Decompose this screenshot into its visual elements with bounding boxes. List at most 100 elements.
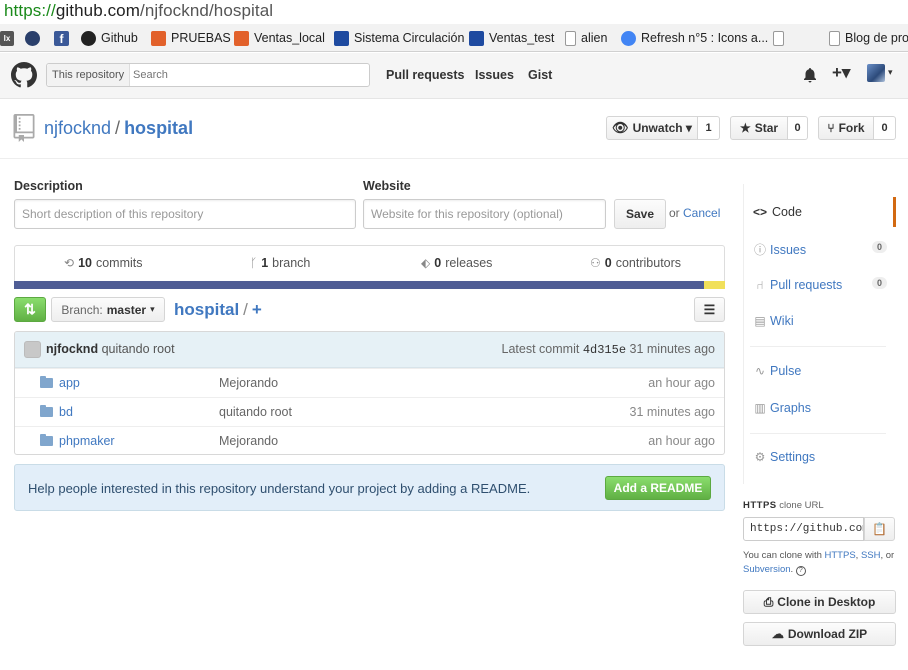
bookmark-refresh-icons[interactable]: Refresh n°5 : Icons a... (621, 29, 768, 47)
repo-owner-link[interactable]: njfocknd (44, 118, 111, 138)
new-file-button[interactable]: + (252, 300, 262, 319)
clone-url-field[interactable]: https://github.com/njfocknd/hospital.git (743, 517, 864, 541)
branch-icon: ᚴ (250, 256, 258, 270)
bookmark-github[interactable]: Github (81, 29, 138, 47)
file-row[interactable]: bd quitando root 31 minutes ago (15, 397, 724, 426)
commit-author-avatar[interactable] (24, 341, 41, 358)
releases-link[interactable]: ⬖ 0 releases (421, 256, 492, 270)
url-text[interactable]: https://github.com/njfocknd/hospital (4, 1, 273, 21)
file-table: njfocknd quitando root Latest commit 4d3… (14, 331, 725, 455)
avatar[interactable] (867, 64, 885, 82)
bookmark-page[interactable] (773, 29, 789, 47)
branches-link[interactable]: ᚴ 1 branch (250, 256, 310, 270)
download-zip-button[interactable]: ☁ Download ZIP (743, 622, 896, 646)
ix-icon: Ix (0, 30, 14, 46)
sidebar-item-code[interactable]: <> Code (744, 197, 896, 227)
bookmark-sistema-circulacion[interactable]: Sistema Circulación (334, 29, 464, 47)
bookmark-ventas-local[interactable]: Ventas_local (234, 29, 325, 47)
stargazers-count[interactable]: 0 (788, 116, 808, 140)
cancel-link[interactable]: Cancel (683, 206, 720, 220)
github-logo-icon[interactable] (11, 62, 37, 88)
file-row[interactable]: phpmaker Mejorando an hour ago (15, 426, 724, 454)
sidebar-divider (750, 346, 886, 347)
forks-count[interactable]: 0 (874, 116, 896, 140)
sidebar-item-graphs[interactable]: ▥ Graphs (753, 401, 811, 415)
github-header: This repository Pull requests Issues Gis… (0, 53, 908, 99)
star-icon: ★ (739, 121, 751, 135)
sidebar-item-pull-requests[interactable]: ⑁ Pull requests (753, 278, 842, 292)
site-search[interactable]: This repository (46, 63, 370, 87)
create-new-menu[interactable]: +▾ (832, 63, 850, 83)
commit-meta: Latest commit 4d315e 31 minutes ago (501, 342, 715, 357)
file-commit-message[interactable]: Mejorando (219, 376, 278, 390)
app-icon (334, 30, 349, 46)
sidebar-item-pulse[interactable]: ∿ Pulse (753, 364, 801, 378)
nav-gist[interactable]: Gist (528, 68, 552, 82)
bookmark-globe[interactable] (25, 29, 45, 47)
help-icon[interactable]: ? (795, 566, 806, 576)
contributors-link[interactable]: ⚇ 0 contributors (590, 256, 681, 270)
save-button[interactable]: Save (614, 199, 666, 229)
compare-icon: ⇅ (24, 301, 36, 317)
clone-in-desktop-button[interactable]: ⎙ Clone in Desktop (743, 590, 896, 614)
bookmark-blog[interactable]: Blog de pro (829, 29, 908, 47)
search-input[interactable] (131, 66, 361, 84)
file-name[interactable]: app (59, 376, 80, 390)
language-bar[interactable] (14, 281, 725, 289)
file-age: an hour ago (648, 376, 715, 390)
eye-icon: 👁 (612, 120, 629, 135)
bookmark-ix[interactable]: Ix (0, 29, 19, 47)
repo-name-link[interactable]: hospital (124, 118, 193, 138)
globe-icon (25, 30, 40, 46)
caret-down-icon: ▾ (150, 304, 155, 314)
file-row[interactable]: app Mejorando an hour ago (15, 368, 724, 397)
notifications-bell-icon[interactable] (803, 67, 817, 83)
nav-issues[interactable]: Issues (475, 68, 514, 82)
commit-message[interactable]: quitando root (102, 342, 175, 356)
file-name[interactable]: bd (59, 405, 73, 419)
file-commit-message[interactable]: Mejorando (219, 434, 278, 448)
file-age: an hour ago (648, 434, 715, 448)
file-name[interactable]: phpmaker (59, 434, 115, 448)
nav-pull-requests[interactable]: Pull requests (386, 68, 465, 82)
clone-https-link[interactable]: HTTPS (825, 550, 856, 561)
bookmark-pruebas[interactable]: PRUEBAS (151, 29, 231, 47)
pull-request-icon: ⑁ (756, 278, 764, 292)
clone-ssh-link[interactable]: SSH (861, 550, 881, 561)
branch-selector[interactable]: Branch: master ▾ (51, 297, 165, 322)
folder-icon (40, 405, 53, 417)
file-age: 31 minutes ago (629, 405, 715, 419)
bookmark-ventas-test[interactable]: Ventas_test (469, 29, 554, 47)
bookmark-facebook[interactable]: f (54, 29, 74, 47)
file-commit-message[interactable]: quitando root (219, 405, 292, 419)
description-label: Description (14, 179, 83, 193)
description-input[interactable] (14, 199, 356, 229)
breadcrumb-root[interactable]: hospital (174, 300, 239, 319)
repo-header: njfocknd / hospital 👁 Unwatch ▾ 1 ★ Star 0 ⑂… (0, 99, 908, 159)
commit-sha[interactable]: 4d315e (583, 343, 626, 357)
bookmark-alien[interactable]: alien (565, 29, 607, 47)
browser-address-bar[interactable]: https://github.com/njfocknd/hospital (0, 0, 908, 24)
fork-button[interactable]: ⑂ Fork (818, 116, 874, 140)
tag-icon: ⬖ (421, 256, 431, 270)
website-input[interactable] (363, 199, 606, 229)
readme-prompt-text: Help people interested in this repositor… (28, 481, 531, 496)
sidebar-item-wiki[interactable]: ▤ Wiki (753, 314, 793, 328)
unwatch-button[interactable]: 👁 Unwatch ▾ (606, 116, 698, 140)
commit-author[interactable]: njfocknd (46, 342, 98, 356)
watchers-count[interactable]: 1 (698, 116, 720, 140)
star-button[interactable]: ★ Star (730, 116, 788, 140)
desktop-download-icon: ⎙ (763, 594, 774, 609)
copy-clipboard-button[interactable]: 📋 (864, 517, 895, 541)
page-icon (773, 30, 784, 46)
commits-link[interactable]: ⟲ 10 commits (64, 256, 143, 270)
xampp-icon (151, 30, 166, 46)
avatar-dropdown-icon[interactable]: ▾ (888, 67, 893, 78)
clone-subversion-link[interactable]: Subversion (743, 564, 791, 575)
sidebar-item-issues[interactable]: ⓘ Issues (753, 241, 806, 258)
sidebar-item-settings[interactable]: ⚙ Settings (753, 450, 816, 464)
add-readme-button[interactable]: Add a README (605, 476, 711, 500)
sidebar-border (743, 184, 744, 484)
list-view-button[interactable]: ☰ (694, 297, 725, 322)
compare-review-button[interactable]: ⇅ (14, 297, 46, 322)
